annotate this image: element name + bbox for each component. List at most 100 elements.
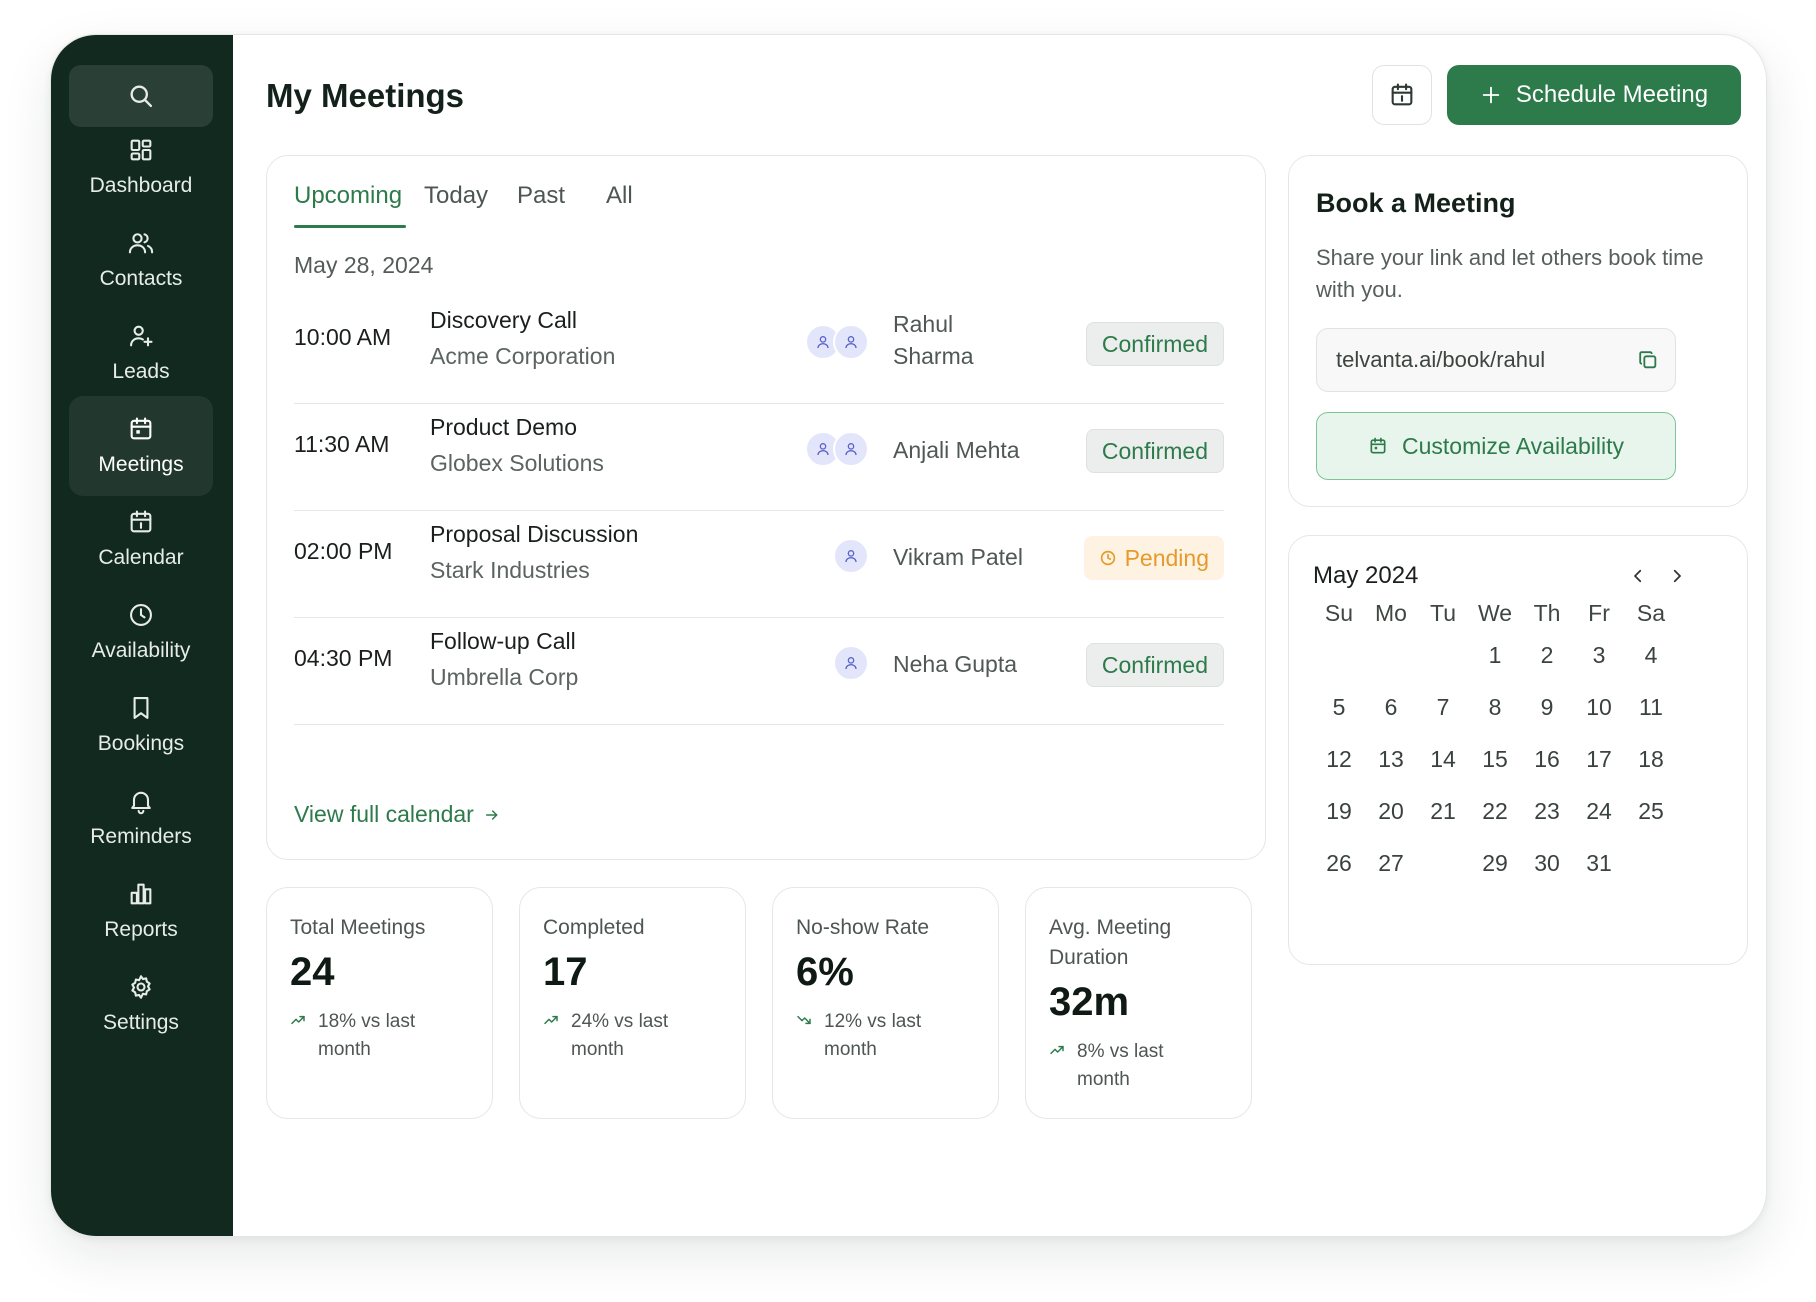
user-icon — [817, 443, 829, 456]
sidebar-item-label: Meetings — [98, 453, 184, 476]
calendar-day[interactable]: 29 — [1469, 844, 1521, 882]
sidebar-item-availability[interactable]: Availability — [69, 582, 213, 682]
sidebar-item-meetings[interactable]: Meetings — [69, 396, 213, 496]
calendar-month-title: May 2024 — [1313, 562, 1419, 589]
stat-label-line: Avg. Meeting — [1049, 916, 1172, 939]
booking-link: telvanta.ai/book/rahul — [1336, 347, 1546, 372]
meeting-company: Acme Corporation — [430, 343, 616, 369]
calendar-day[interactable]: 26 — [1313, 844, 1365, 882]
sidebar-item-label: Contacts — [99, 267, 183, 290]
calendar-day[interactable]: 12 — [1313, 740, 1365, 778]
stat-change-line: month — [824, 1039, 877, 1060]
tab-past[interactable]: Past — [517, 182, 565, 210]
stat-label-line: Duration — [1049, 946, 1129, 969]
calendar-day-selected[interactable]: 28 — [1417, 844, 1469, 882]
view-full-calendar-link[interactable]: View full calendar — [294, 801, 500, 828]
calendar-day[interactable]: 23 — [1521, 792, 1573, 830]
customize-availability-button[interactable]: Customize Availability — [1316, 412, 1676, 480]
clock-icon — [1100, 550, 1115, 566]
meeting-title: Proposal Discussion — [430, 521, 639, 547]
weekday-label: Mo — [1375, 600, 1407, 626]
meeting-row[interactable]: 10:00 AM Discovery Call Acme Corporation… — [294, 280, 1224, 404]
calendar-day[interactable]: 5 — [1313, 688, 1365, 726]
sidebar-item-label: Dashboard — [89, 174, 193, 197]
prev-month-button[interactable] — [1624, 562, 1652, 590]
calendar-day[interactable]: 20 — [1365, 792, 1417, 830]
calendar-day[interactable]: 17 — [1573, 740, 1625, 778]
sidebar-item-label: Calendar — [98, 546, 184, 569]
calendar-day[interactable]: 19 — [1313, 792, 1365, 830]
calendar-day[interactable]: 22 — [1469, 792, 1521, 830]
calendar-day[interactable]: 21 — [1417, 792, 1469, 830]
meeting-person: Rahul Sharma — [893, 308, 974, 372]
calendar-day[interactable]: 24 — [1573, 792, 1625, 830]
calendar-day[interactable]: 9 — [1521, 688, 1573, 726]
calendar-day[interactable]: 6 — [1365, 688, 1417, 726]
sidebar-item-settings[interactable]: Settings — [69, 954, 213, 1054]
weekday-label: Fr — [1588, 600, 1610, 626]
calendar-day[interactable]: 7 — [1417, 688, 1469, 726]
chevron-right-icon — [1673, 569, 1681, 583]
tab-upcoming[interactable]: Upcoming — [294, 182, 402, 210]
clock-icon — [130, 604, 152, 626]
sidebar-item-contacts[interactable]: Contacts — [69, 210, 213, 310]
stat-change-line: month — [1077, 1069, 1130, 1090]
calendar-day[interactable]: 11 — [1625, 688, 1677, 726]
sidebar-item-leads[interactable]: Leads — [69, 303, 213, 403]
calendar-day[interactable]: 30 — [1521, 844, 1573, 882]
calendar-day[interactable]: 27 — [1365, 844, 1417, 882]
meeting-person: Neha Gupta — [893, 651, 1018, 677]
sidebar-item-reminders[interactable]: Reminders — [69, 768, 213, 868]
status-badge: Confirmed — [1085, 322, 1224, 366]
calendar-day[interactable]: 3 — [1573, 636, 1625, 674]
app-window: Dashboard Contacts Leads Meetings Calend… — [50, 34, 1767, 1237]
calendar-day[interactable]: 4 — [1625, 636, 1677, 674]
search-icon — [130, 85, 153, 108]
meeting-row[interactable]: 04:30 PM Follow-up Call Umbrella Corp Ne… — [294, 601, 1224, 725]
calendar-day[interactable]: 1 — [1469, 636, 1521, 674]
tab-all[interactable]: All — [606, 182, 633, 210]
meeting-time: 02:00 PM — [294, 538, 393, 564]
chevron-left-icon — [1634, 569, 1642, 583]
calendar-day[interactable]: 31 — [1573, 844, 1625, 882]
sidebar-item-dashboard[interactable]: Dashboard — [69, 117, 213, 217]
weekday-label: Th — [1533, 600, 1561, 626]
calendar-day[interactable]: 13 — [1365, 740, 1417, 778]
schedule-meeting-button[interactable]: Schedule Meeting — [1447, 65, 1741, 125]
tab-today[interactable]: Today — [424, 182, 488, 210]
stat-label: Avg. Meeting Duration — [1049, 913, 1239, 973]
booking-link-field[interactable]: telvanta.ai/book/rahul — [1316, 328, 1676, 392]
stat-label: Total Meetings — [290, 916, 426, 939]
user-icon — [845, 657, 857, 670]
stat-change-line: 18% vs last — [318, 1011, 416, 1032]
bar-chart-icon — [130, 883, 152, 905]
trend-up-icon — [1050, 1045, 1064, 1055]
calendar-day[interactable]: 16 — [1521, 740, 1573, 778]
calendar-view-button[interactable] — [1372, 65, 1432, 125]
sidebar-item-bookings[interactable]: Bookings — [69, 675, 213, 775]
calendar-day[interactable]: 15 — [1469, 740, 1521, 778]
calendar-day[interactable]: 2 — [1521, 636, 1573, 674]
calendar-day[interactable]: 18 — [1625, 740, 1677, 778]
copy-button[interactable] — [1637, 349, 1659, 377]
meeting-row[interactable]: 11:30 AM Product Demo Globex Solutions A… — [294, 387, 1224, 511]
stat-change-line: 8% vs last — [1077, 1041, 1164, 1062]
dashboard-icon — [130, 139, 152, 161]
calendar-icon — [130, 417, 152, 440]
sidebar-item-reports[interactable]: Reports — [69, 861, 213, 961]
gear-icon — [131, 975, 151, 999]
meeting-company: Globex Solutions — [430, 450, 604, 476]
calendar-day[interactable]: 25 — [1625, 792, 1677, 830]
stat-value: 32m — [1049, 980, 1130, 1024]
next-month-button[interactable] — [1663, 562, 1691, 590]
meeting-row[interactable]: 02:00 PM Proposal Discussion Stark Indus… — [294, 494, 1224, 618]
sidebar-item-label: Reminders — [90, 825, 192, 848]
calendar-day[interactable]: 8 — [1469, 688, 1521, 726]
stat-card-no-show-rate: No-show Rate 6% 12% vs last month — [772, 887, 999, 1119]
attendee-avatars — [805, 324, 869, 360]
meeting-title: Product Demo — [430, 414, 578, 440]
stat-change-line: 12% vs last — [824, 1011, 922, 1032]
calendar-day[interactable]: 14 — [1417, 740, 1469, 778]
sidebar-item-calendar[interactable]: Calendar — [69, 489, 213, 589]
calendar-day[interactable]: 10 — [1573, 688, 1625, 726]
